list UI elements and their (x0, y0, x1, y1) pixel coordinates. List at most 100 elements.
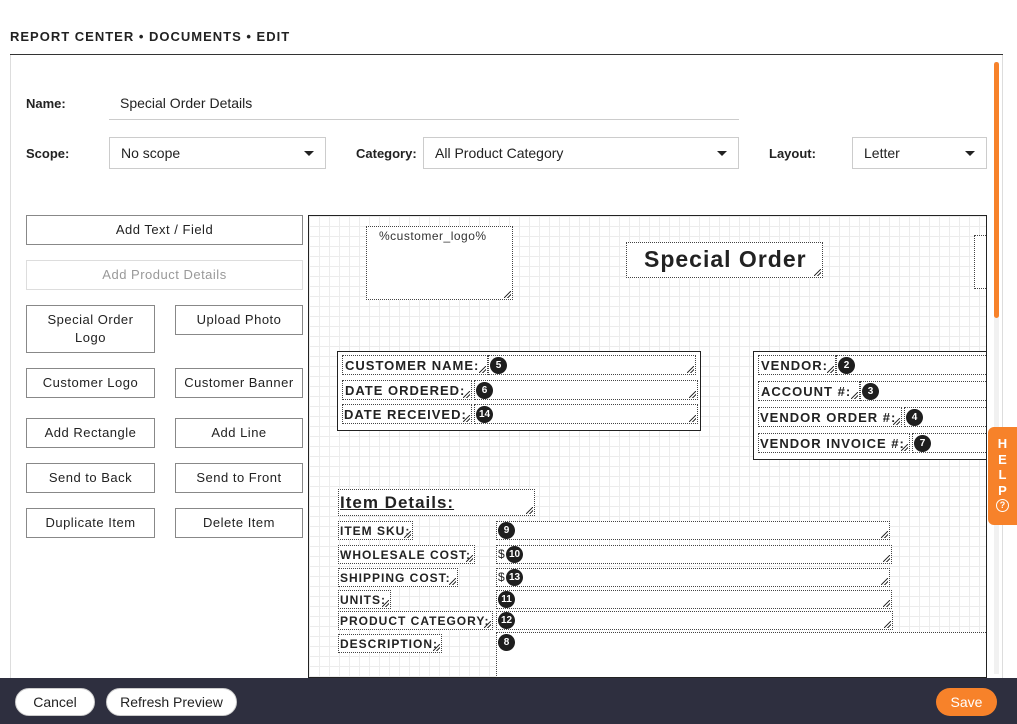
description-field[interactable]: 8 (496, 632, 986, 677)
chevron-down-icon (304, 151, 314, 156)
document-title-box[interactable]: Special Order (626, 242, 823, 278)
resize-handle-icon[interactable] (463, 415, 470, 422)
shipping-cost-label: SHIPPING COST: (340, 571, 451, 585)
units-label: UNITS: (340, 593, 386, 607)
resize-handle-icon[interactable] (883, 555, 890, 562)
resize-handle-icon[interactable] (404, 531, 411, 538)
wholesale-cost-label-box[interactable]: WHOLESALE COST: (338, 545, 475, 564)
resize-handle-icon[interactable] (884, 621, 891, 628)
vendor-order-label-box[interactable]: VENDOR ORDER #: (758, 407, 902, 427)
customer-info-rectangle[interactable]: CUSTOMER NAME: 5 DATE ORDERED: 6 DATE RE… (337, 351, 701, 431)
vendor-order-field[interactable]: 4 (904, 407, 986, 427)
duplicate-item-button[interactable]: Duplicate Item (26, 508, 155, 538)
vendor-invoice-field[interactable]: 7 (912, 433, 986, 453)
resize-handle-icon[interactable] (901, 444, 908, 451)
add-rectangle-button[interactable]: Add Rectangle (26, 418, 155, 448)
customer-name-field[interactable]: 5 (488, 355, 696, 375)
vendor-invoice-label-box[interactable]: VENDOR INVOICE #: (758, 433, 910, 453)
description-label-box[interactable]: DESCRIPTION: (338, 634, 442, 653)
product-category-label: PRODUCT CATEGORY: (340, 614, 490, 628)
refresh-preview-button[interactable]: Refresh Preview (106, 688, 237, 716)
add-line-button[interactable]: Add Line (175, 418, 303, 448)
help-letter: H (997, 436, 1008, 451)
customer-logo-placeholder[interactable]: %customer_logo% (366, 226, 513, 300)
vendor-field[interactable]: 2 (836, 355, 986, 375)
field-badge: 7 (914, 435, 931, 452)
layout-label: Layout: (769, 146, 816, 161)
add-text-field-button[interactable]: Add Text / Field (26, 215, 303, 245)
resize-handle-icon[interactable] (382, 600, 389, 607)
resize-handle-icon[interactable] (463, 391, 470, 398)
special-order-logo-button[interactable]: Special Order Logo (26, 305, 155, 353)
vendor-label: VENDOR: (761, 358, 828, 373)
field-badge: 14 (476, 406, 493, 423)
item-sku-field[interactable]: 9 (496, 521, 890, 540)
date-ordered-field[interactable]: 6 (474, 380, 698, 400)
resize-handle-icon[interactable] (689, 415, 696, 422)
units-field[interactable]: 11 (496, 590, 892, 609)
field-badge: 5 (490, 357, 507, 374)
vendor-label-box[interactable]: VENDOR: (758, 355, 836, 375)
resize-handle-icon[interactable] (504, 291, 511, 298)
resize-handle-icon[interactable] (883, 600, 890, 607)
resize-handle-icon[interactable] (689, 391, 696, 398)
send-to-front-button[interactable]: Send to Front (175, 463, 303, 493)
date-ordered-label: DATE ORDERED: (345, 383, 466, 398)
date-received-label-box[interactable]: DATE RECEIVED: (342, 404, 472, 424)
product-category-label-box[interactable]: PRODUCT CATEGORY: (338, 611, 493, 630)
scrollbar-thumb[interactable] (994, 62, 999, 318)
save-button[interactable]: Save (936, 688, 997, 716)
resize-handle-icon[interactable] (814, 269, 821, 276)
currency-prefix: $ (498, 547, 505, 561)
vendor-info-rectangle[interactable]: VENDOR: 2 ACCOUNT #: 3 VENDOR ORDER #: 4… (753, 351, 986, 460)
name-input[interactable]: Special Order Details (109, 89, 739, 120)
item-details-heading-box[interactable]: Item Details: (338, 489, 535, 516)
resize-handle-icon[interactable] (526, 507, 533, 514)
item-sku-label-box[interactable]: ITEM SKU: (338, 521, 413, 540)
field-badge: 13 (506, 569, 523, 586)
category-select[interactable]: All Product Category (423, 137, 739, 169)
canvas-element-partial[interactable] (974, 235, 986, 289)
resize-handle-icon[interactable] (466, 555, 473, 562)
customer-logo-button[interactable]: Customer Logo (26, 368, 155, 398)
layout-select[interactable]: Letter (852, 137, 987, 169)
delete-item-button[interactable]: Delete Item (175, 508, 303, 538)
scope-label: Scope: (26, 146, 70, 161)
shipping-cost-label-box[interactable]: SHIPPING COST: (338, 568, 458, 587)
product-category-field[interactable]: 12 (496, 611, 893, 630)
cancel-button[interactable]: Cancel (15, 688, 95, 716)
date-ordered-label-box[interactable]: DATE ORDERED: (342, 380, 472, 400)
resize-handle-icon[interactable] (827, 366, 834, 373)
field-badge: 8 (498, 634, 515, 651)
resize-handle-icon[interactable] (687, 366, 694, 373)
resize-handle-icon[interactable] (433, 644, 440, 651)
vendor-invoice-label: VENDOR INVOICE #: (760, 436, 905, 451)
field-badge: 11 (498, 591, 515, 608)
resize-handle-icon[interactable] (851, 392, 858, 399)
resize-handle-icon[interactable] (881, 578, 888, 585)
account-label-box[interactable]: ACCOUNT #: (758, 381, 860, 401)
scope-select-value: No scope (121, 145, 181, 161)
vendor-order-label: VENDOR ORDER #: (760, 410, 897, 425)
field-badge: 4 (906, 409, 923, 426)
resize-handle-icon[interactable] (484, 621, 491, 628)
wholesale-cost-field[interactable]: $ 10 (496, 545, 892, 564)
date-received-field[interactable]: 14 (474, 404, 698, 424)
shipping-cost-field[interactable]: $ 13 (496, 568, 890, 587)
resize-handle-icon[interactable] (479, 366, 486, 373)
customer-banner-button[interactable]: Customer Banner (175, 368, 303, 398)
help-tab[interactable]: H E L P ? (988, 427, 1017, 525)
upload-photo-button[interactable]: Upload Photo (175, 305, 303, 335)
resize-handle-icon[interactable] (893, 418, 900, 425)
field-badge: 12 (498, 612, 515, 629)
design-canvas[interactable]: %customer_logo% Special Order CUSTOMER N… (308, 215, 987, 678)
send-to-back-button[interactable]: Send to Back (26, 463, 155, 493)
layout-select-value: Letter (864, 145, 900, 161)
resize-handle-icon[interactable] (881, 531, 888, 538)
add-product-details-button[interactable]: Add Product Details (26, 260, 303, 290)
units-label-box[interactable]: UNITS: (338, 590, 391, 609)
scope-select[interactable]: No scope (109, 137, 326, 169)
resize-handle-icon[interactable] (449, 578, 456, 585)
account-field[interactable]: 3 (860, 381, 986, 401)
customer-name-label-box[interactable]: CUSTOMER NAME: (342, 355, 488, 375)
